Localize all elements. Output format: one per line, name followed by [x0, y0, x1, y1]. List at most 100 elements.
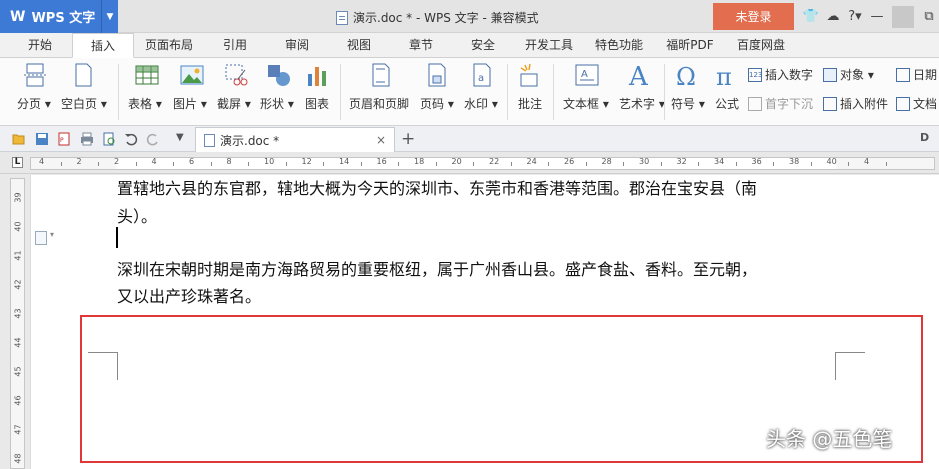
document-tab[interactable]: 演示.doc * ×: [195, 127, 395, 152]
skin-icon[interactable]: ☁: [822, 6, 844, 28]
wordart-button[interactable]: A: [624, 62, 654, 97]
page-corner-mark: [835, 352, 865, 380]
print-preview-icon[interactable]: [102, 132, 116, 146]
textbox-button[interactable]: A: [572, 62, 602, 97]
chart-button[interactable]: [304, 62, 330, 97]
insert-attachment-button[interactable]: 插入附件: [823, 95, 888, 112]
picture-label[interactable]: 图片 ▾: [173, 95, 207, 112]
new-tab-icon[interactable]: +: [401, 129, 417, 149]
wordart-label[interactable]: 艺术字 ▾: [619, 95, 665, 112]
screenshot-label[interactable]: 截屏 ▾: [217, 95, 251, 112]
tab-references[interactable]: 引用: [206, 33, 264, 58]
export-pdf-icon[interactable]: P: [57, 132, 71, 146]
object-button[interactable]: 对象 ▾: [823, 66, 874, 83]
header-footer-button[interactable]: [366, 62, 396, 97]
table-button[interactable]: [132, 62, 162, 97]
scissors-icon: [225, 64, 248, 86]
wordart-icon: A: [628, 62, 649, 92]
tab-features[interactable]: 特色功能: [586, 33, 652, 58]
window-title-text: 演示.doc * - WPS 文字 - 兼容模式: [353, 11, 539, 25]
header-footer-icon: [372, 63, 390, 87]
ruler-number: 18: [414, 157, 425, 166]
insert-number-button[interactable]: 123 插入数字: [748, 66, 813, 83]
page-break-label[interactable]: 分页 ▾: [17, 95, 51, 112]
screenshot-button[interactable]: [221, 62, 251, 97]
vertical-ruler[interactable]: 39 40 41 42 43 44 45 46 47 48: [10, 178, 25, 469]
tab-page-layout[interactable]: 页面布局: [136, 33, 202, 58]
watermark-button[interactable]: a: [469, 62, 495, 97]
tab-developer[interactable]: 开发工具: [516, 33, 582, 58]
ruler-number: 20: [451, 157, 462, 166]
ruler-tick: [735, 162, 737, 166]
tab-foxit-pdf[interactable]: 福昕PDF: [656, 33, 724, 58]
open-folder-icon[interactable]: [12, 132, 26, 146]
table-label[interactable]: 表格 ▾: [128, 95, 162, 112]
drop-cap-button[interactable]: 首字下沉: [748, 95, 813, 112]
formula-label[interactable]: 公式: [715, 95, 739, 112]
watermark-label[interactable]: 水印 ▾: [464, 95, 498, 112]
wps-menu-button[interactable]: W WPS 文字 ▼: [0, 0, 118, 33]
number-icon: 123: [748, 67, 762, 82]
watermark-icon: a: [473, 63, 491, 87]
minimize-icon[interactable]: —: [866, 6, 888, 28]
comment-button[interactable]: [517, 62, 543, 97]
comment-label[interactable]: 批注: [518, 95, 542, 112]
doc-part-button[interactable]: 文档: [896, 95, 937, 112]
ruler-tick: [323, 162, 325, 166]
chevron-down-icon[interactable]: ▼: [101, 0, 118, 33]
calendar-icon: [896, 67, 910, 82]
blank-page-icon: [75, 63, 92, 87]
page-break-button[interactable]: [20, 62, 50, 97]
tab-review[interactable]: 审阅: [268, 33, 326, 58]
ruler-tick: [810, 162, 812, 166]
tab-home[interactable]: 开始: [10, 33, 70, 58]
ruler-number: 44: [13, 337, 23, 348]
shape-button[interactable]: [264, 62, 294, 97]
symbol-button[interactable]: Ω: [675, 62, 701, 97]
undo-icon[interactable]: [124, 132, 138, 146]
ruler-tick: [473, 162, 475, 166]
ruler-number: 8: [226, 157, 232, 166]
header-footer-label[interactable]: 页眉和页脚: [349, 95, 409, 112]
tab-baidu-netdisk[interactable]: 百度网盘: [728, 33, 794, 58]
blank-page-label[interactable]: 空白页 ▾: [61, 95, 107, 112]
ruler-number: 45: [13, 366, 23, 377]
ribbon-tabs: 开始 插入 页面布局 引用 审阅 视图 章节 安全 开发工具 特色功能 福昕PD…: [0, 33, 939, 58]
tab-insert[interactable]: 插入: [72, 33, 134, 58]
blank-page-button[interactable]: [68, 62, 98, 97]
svg-text:a: a: [478, 73, 484, 84]
redo-icon[interactable]: [146, 132, 160, 146]
ribbon: 分页 ▾ 空白页 ▾ 表格 ▾ 图片 ▾ 截屏 ▾ 形状 ▾ 图表 页眉和页脚 …: [0, 58, 939, 126]
page-number-button[interactable]: [424, 62, 450, 97]
date-button[interactable]: 日期: [896, 66, 937, 83]
customize-toolbar-icon[interactable]: ▼: [176, 132, 190, 146]
save-icon[interactable]: [35, 132, 49, 146]
print-icon[interactable]: [80, 132, 94, 146]
attachment-icon: [823, 96, 837, 111]
tab-section[interactable]: 章节: [392, 33, 450, 58]
drop-cap-icon: [748, 96, 762, 111]
page-number-label[interactable]: 页码 ▾: [420, 95, 454, 112]
divider: [664, 64, 665, 120]
close-tab-icon[interactable]: ×: [376, 133, 386, 147]
tab-security[interactable]: 安全: [454, 33, 512, 58]
divider: [553, 64, 554, 120]
tab-stop-selector[interactable]: L: [12, 157, 23, 168]
help-icon[interactable]: ?▾: [844, 6, 866, 28]
tab-view[interactable]: 视图: [330, 33, 388, 58]
symbol-label[interactable]: 符号 ▾: [671, 95, 705, 112]
restore-icon[interactable]: ⧉: [918, 6, 939, 28]
horizontal-ruler[interactable]: 4 2 2 4 6 8 10 12 14 16 18 20 22 24 26 28 30 32 34 36 38 40 4: [30, 157, 935, 170]
ruler-number: 12: [301, 157, 312, 166]
chart-label[interactable]: 图表: [305, 95, 329, 112]
shape-label[interactable]: 形状 ▾: [260, 95, 294, 112]
shirt-icon[interactable]: 👕: [800, 6, 822, 28]
picture-button[interactable]: [177, 62, 207, 97]
ruler-number: 4: [39, 157, 45, 166]
collapse-icon[interactable]: D: [920, 131, 934, 145]
login-button[interactable]: 未登录: [713, 3, 794, 30]
pi-icon: π: [716, 63, 732, 91]
formula-button[interactable]: π: [714, 62, 740, 97]
textbox-label[interactable]: 文本框 ▾: [563, 95, 609, 112]
paragraph-layout-icon[interactable]: [35, 230, 54, 245]
